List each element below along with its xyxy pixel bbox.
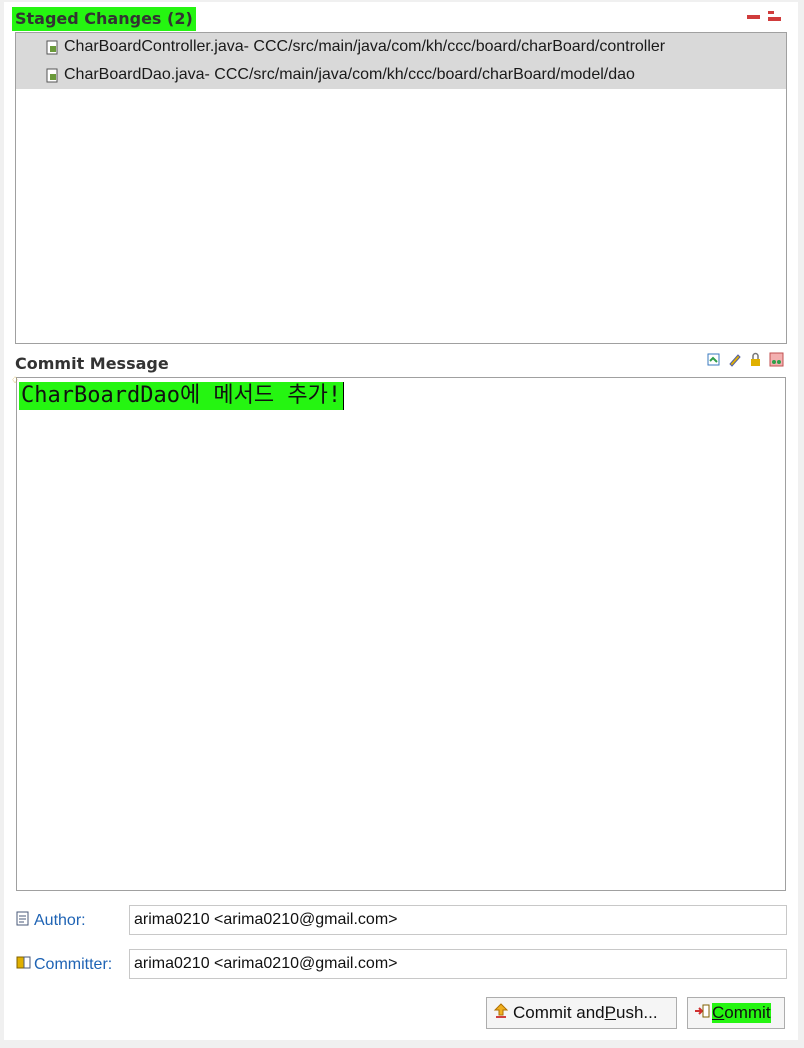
staged-file-path: - CCC/src/main/java/com/kh/ccc/board/cha… <box>204 66 635 83</box>
commit-icon <box>694 1003 710 1024</box>
amend-icon[interactable] <box>727 352 742 367</box>
staged-file-row[interactable]: CharBoardDao.java - CCC/src/main/java/co… <box>16 61 786 89</box>
java-file-icon <box>46 40 59 55</box>
collapse-all-icon[interactable] <box>746 9 761 24</box>
staged-toolbar <box>746 9 782 24</box>
commit-message-toolbar <box>706 352 784 367</box>
git-staging-panel: Staged Changes (2) CharBoardController.j… <box>4 2 798 1040</box>
push-icon <box>493 1002 509 1024</box>
commit-button[interactable]: Commit <box>687 997 785 1029</box>
author-icon <box>16 911 32 931</box>
staged-files-list[interactable]: CharBoardController.java - CCC/src/main/… <box>15 32 787 344</box>
staged-changes-title: Staged Changes (2) <box>12 7 196 31</box>
author-input[interactable]: arima0210 <arima0210@gmail.com> <box>129 905 787 935</box>
commit-and-push-button[interactable]: Commit and Push... <box>486 997 677 1029</box>
commit-message-input[interactable]: ♢ CharBoardDao에 메서드 추가! <box>11 376 786 891</box>
committer-label: Committer: <box>16 955 112 975</box>
sign-icon[interactable] <box>748 352 763 367</box>
commit-message-text: CharBoardDao에 메서드 추가! <box>19 382 345 410</box>
author-label: Author: <box>16 911 86 931</box>
committer-input[interactable]: arima0210 <arima0210@gmail.com> <box>129 949 787 979</box>
staged-file-name: CharBoardController.java <box>64 38 244 55</box>
java-file-icon <box>46 68 59 83</box>
change-id-icon[interactable] <box>769 352 784 367</box>
staged-file-row[interactable]: CharBoardController.java - CCC/src/main/… <box>16 33 786 61</box>
commit-label: Commit <box>712 1003 771 1023</box>
signed-off-icon[interactable] <box>706 352 721 367</box>
content-assist-icon: ♢ <box>11 376 20 386</box>
staged-file-path: - CCC/src/main/java/com/kh/ccc/board/cha… <box>243 38 666 55</box>
commit-message-title: Commit Message <box>15 354 169 373</box>
expand-all-icon[interactable] <box>767 9 782 24</box>
staged-file-name: CharBoardDao.java <box>64 66 205 83</box>
committer-icon <box>16 955 32 975</box>
